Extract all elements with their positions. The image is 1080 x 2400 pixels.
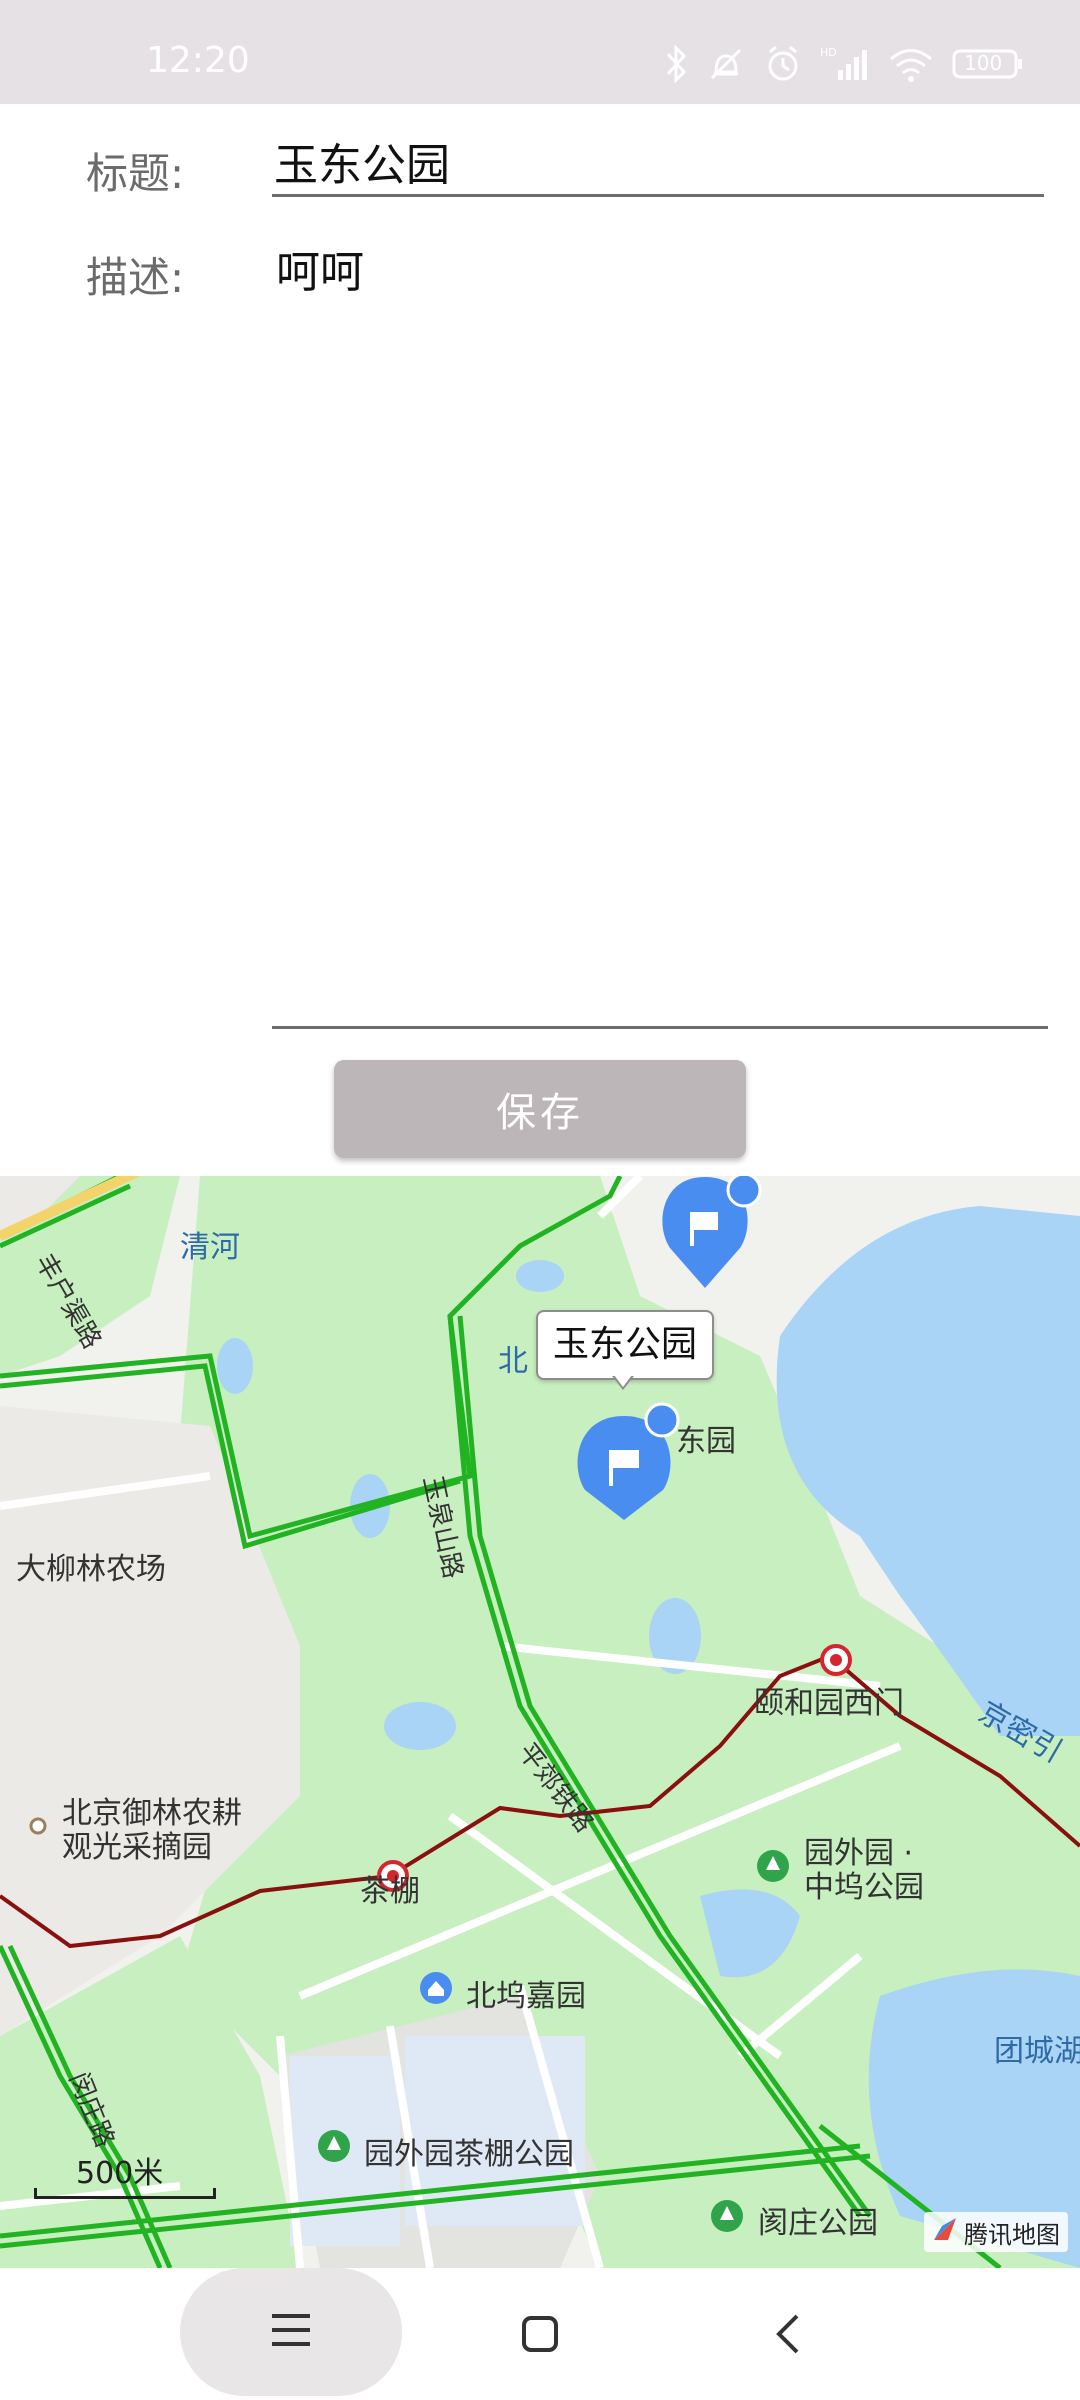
map-scale-label: 500米 — [76, 2156, 164, 2191]
status-icons: HD 100 — [664, 44, 1024, 84]
map-attribution: 腾讯地图 — [924, 2212, 1068, 2252]
map-label-yuanwai-chapeng: 园外园茶棚公园 — [364, 2137, 574, 2172]
menu-icon — [270, 2312, 312, 2352]
map-label-tuancheng: 团城湖 — [994, 2034, 1080, 2069]
svg-text:HD: HD — [820, 46, 837, 59]
title-input[interactable] — [272, 128, 1044, 197]
home-square-icon — [520, 2314, 560, 2358]
map-scale-bar — [34, 2188, 216, 2199]
title-label: 标题: — [86, 149, 185, 198]
map-label-yiheyuan-ximen: 颐和园西门 — [754, 1686, 904, 1721]
mute-icon — [706, 44, 746, 84]
map-label-bei: 北 — [498, 1344, 528, 1379]
back-chevron-icon — [773, 2312, 803, 2360]
map-label-dongyuan: 东园 — [676, 1424, 736, 1459]
description-input[interactable]: 呵呵 — [272, 232, 1048, 1029]
map-label-beijing-yulin-2: 观光采摘园 — [62, 1830, 212, 1865]
alarm-icon — [764, 44, 802, 84]
battery-level: 100 — [964, 51, 1003, 75]
status-time: 12:20 — [146, 40, 250, 81]
status-bar: 12:20 HD 100 — [0, 0, 1080, 104]
map-label-beiwu-jiayuan: 北坞嘉园 — [466, 1979, 586, 2014]
nav-back-button[interactable] — [748, 2296, 828, 2376]
info-window-tail-inner — [614, 1375, 632, 1387]
nav-home-button[interactable] — [500, 2296, 580, 2376]
map-label-qinghe: 清河 — [180, 1230, 240, 1265]
hd-signal-icon: HD — [820, 44, 870, 84]
bluetooth-icon — [664, 44, 688, 84]
save-button[interactable]: 保存 — [334, 1060, 746, 1158]
nav-menu-button[interactable] — [180, 2268, 402, 2396]
tencent-map-logo-icon — [932, 2216, 958, 2248]
map-label-yanzhuang: 阂庄公园 — [758, 2206, 878, 2241]
wifi-icon — [888, 44, 934, 84]
battery-icon: 100 — [952, 47, 1024, 81]
map-label-dashenglin: 大柳林农场 — [16, 1552, 166, 1587]
marker-info-window[interactable]: 玉东公园 — [536, 1310, 714, 1380]
description-label: 描述: — [86, 253, 185, 302]
map-attribution-text: 腾讯地图 — [964, 2220, 1060, 2249]
map-label-zhongwu: 中坞公园 — [804, 1870, 924, 1905]
map-label-chapeng: 茶棚 — [360, 1874, 420, 1909]
